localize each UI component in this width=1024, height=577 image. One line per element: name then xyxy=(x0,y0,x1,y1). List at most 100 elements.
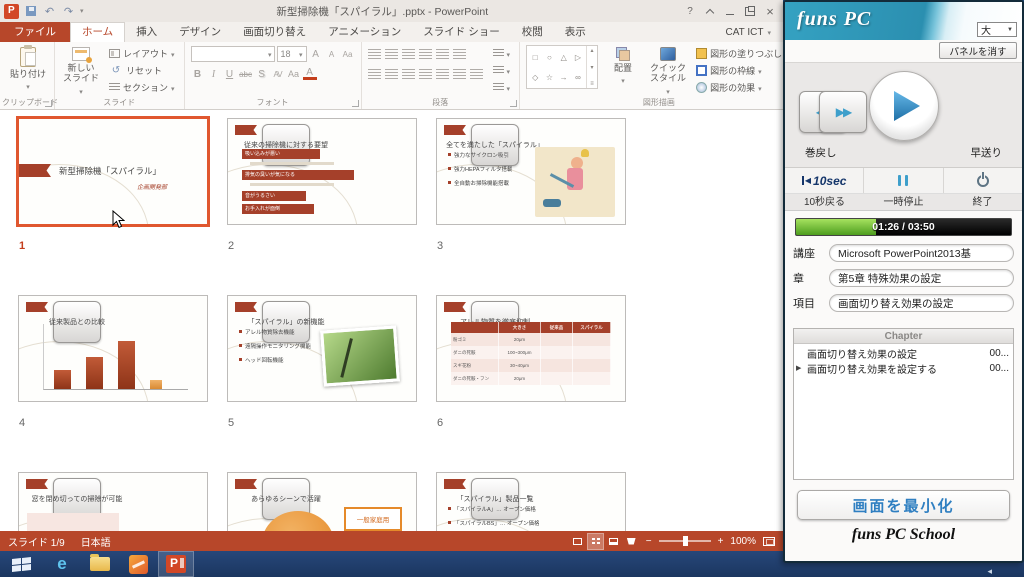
paragraph-icon[interactable] xyxy=(453,69,466,80)
shape-glyph-icon[interactable]: △ xyxy=(561,53,567,62)
increase-font-icon[interactable] xyxy=(309,47,323,62)
quick-styles-button[interactable]: クイック スタイル xyxy=(648,45,688,98)
minimize-screen-button[interactable]: 画面を最小化 xyxy=(797,490,1010,520)
normal-view-icon[interactable] xyxy=(570,534,585,549)
powerpoint-app-icon[interactable] xyxy=(4,4,19,19)
tab-ホーム[interactable]: ホーム xyxy=(70,22,125,42)
tab-ファイル[interactable]: ファイル xyxy=(0,22,70,42)
slide-sorter-view-icon[interactable] xyxy=(588,534,603,549)
slide-thumbnail-1[interactable]: 新型掃除機「スパイラル」企画開発部1 xyxy=(18,118,208,225)
paragraph-icon[interactable] xyxy=(419,69,432,80)
slide-thumbnail-7[interactable]: 窓を閉め切っての掃除が可能7 xyxy=(18,472,208,531)
explorer-taskbar-button[interactable] xyxy=(82,551,118,577)
account-name[interactable]: CAT ICT xyxy=(726,22,783,42)
paragraph-icon[interactable] xyxy=(402,49,415,60)
chapter-row[interactable]: 画面切り替え効果の設定00... xyxy=(794,346,1013,361)
back-10sec-button[interactable]: 10sec xyxy=(785,168,863,193)
help-icon[interactable]: ? xyxy=(681,3,699,19)
close-icon[interactable] xyxy=(761,3,779,19)
ribbon-display-icon[interactable] xyxy=(701,3,719,19)
paragraph-icon[interactable] xyxy=(368,49,381,60)
text-shadow-icon[interactable] xyxy=(255,67,269,82)
paragraph-icon[interactable] xyxy=(436,69,449,80)
clear-format-icon[interactable] xyxy=(341,47,355,62)
start-button[interactable] xyxy=(0,551,42,577)
bold-icon[interactable] xyxy=(191,67,205,82)
shape-outline-button[interactable]: 図形の枠線 xyxy=(693,62,792,79)
shapes-gallery[interactable]: □○△▷◇☆→∞ ▴▾≡ xyxy=(526,45,598,89)
undo-icon[interactable] xyxy=(42,4,57,19)
paragraph-icon[interactable] xyxy=(402,69,415,80)
reset-button[interactable]: リセット xyxy=(106,62,178,79)
font-size-select[interactable]: 18 xyxy=(277,46,307,62)
shape-effects-button[interactable]: 図形の効果 xyxy=(693,79,792,96)
play-button[interactable] xyxy=(869,71,939,141)
slide-thumbnail-4[interactable]: 従来製品との比較4 xyxy=(18,295,208,402)
slideshow-view-icon[interactable] xyxy=(624,534,639,549)
dialog-launcher-icon[interactable] xyxy=(510,100,517,107)
gallery-scroll-icons[interactable]: ▴▾≡ xyxy=(586,46,597,88)
font-name-select[interactable] xyxy=(191,46,275,62)
tab-デザイン[interactable]: デザイン xyxy=(168,22,232,42)
font-color-icon[interactable] xyxy=(303,68,317,80)
pause-button[interactable] xyxy=(863,168,942,193)
slide-thumbnail-6[interactable]: アレル物質を徹底抑制大きさ従来品スパイラル粉ゴミ20μmダニの死骸100~300… xyxy=(436,295,626,402)
minimize-icon[interactable] xyxy=(721,3,739,19)
power-button[interactable] xyxy=(943,168,1022,193)
slide-thumbnail-3[interactable]: 全てを満たした「スパイラル」強力なサイクロン吸引強力HEPAフィルタ搭載全自動お… xyxy=(436,118,626,225)
ie-taskbar-button[interactable] xyxy=(44,551,80,577)
slide-thumbnail-8[interactable]: あらゆるシーンで活躍一般家庭用8 xyxy=(227,472,417,531)
redo-icon[interactable] xyxy=(61,4,76,19)
tray-expand-icon[interactable] xyxy=(987,566,992,577)
slide-thumbnail-2[interactable]: 従来の掃除機に対する要望吸い込みが悪い排気の臭いが気になる音がうるさいお手入れが… xyxy=(227,118,417,225)
qat-dropdown-icon[interactable]: ▾ xyxy=(80,7,84,15)
shape-glyph-icon[interactable]: ▷ xyxy=(575,53,581,62)
strikethrough-icon[interactable] xyxy=(239,67,253,82)
layout-button[interactable]: レイアウト xyxy=(106,45,178,62)
zoom-out-icon[interactable] xyxy=(646,536,652,547)
paragraph-icon[interactable] xyxy=(436,49,449,60)
section-button[interactable]: セクション xyxy=(106,79,178,96)
slide-thumbnail-9[interactable]: 「スパイラル」製品一覧「スパイラルA」… オープン価格「スパイラルBS」… オー… xyxy=(436,472,626,531)
slide-thumbnail-5[interactable]: 「スパイラル」の新機能アレル物質除去機能遠隔操作モニタリング機能ヘッド回転機能5 xyxy=(227,295,417,402)
progress-bar[interactable]: 01:26 / 03:50 xyxy=(795,218,1012,236)
zoom-level[interactable]: 100% xyxy=(730,536,756,547)
align-text-button[interactable] xyxy=(490,62,514,79)
convert-smartart-button[interactable] xyxy=(490,79,514,96)
powerpoint-taskbar-button[interactable] xyxy=(158,551,194,577)
shape-glyph-icon[interactable]: ◇ xyxy=(532,73,538,82)
paragraph-icon[interactable] xyxy=(385,69,398,80)
chapter-row[interactable]: 画面切り替え効果を設定する00... xyxy=(794,361,1013,376)
decrease-font-icon[interactable] xyxy=(325,47,339,62)
change-case-icon[interactable] xyxy=(287,67,301,82)
paragraph-icon[interactable] xyxy=(470,69,483,80)
dialog-launcher-icon[interactable] xyxy=(45,100,52,107)
reading-view-icon[interactable] xyxy=(606,534,621,549)
paste-button[interactable]: 貼り付け xyxy=(8,45,48,93)
shape-fill-button[interactable]: 図形の塗りつぶし xyxy=(693,45,792,62)
shape-glyph-icon[interactable]: ☆ xyxy=(546,73,553,82)
paragraph-icon[interactable] xyxy=(419,49,432,60)
tab-画面切り替え[interactable]: 画面切り替え xyxy=(232,22,317,42)
tab-挿入[interactable]: 挿入 xyxy=(125,22,168,42)
save-icon[interactable] xyxy=(23,4,38,19)
language-indicator[interactable]: 日本語 xyxy=(81,534,111,549)
zoom-in-icon[interactable] xyxy=(718,536,724,547)
dialog-launcher-icon[interactable] xyxy=(352,100,359,107)
tab-表示[interactable]: 表示 xyxy=(554,22,597,42)
zoom-slider-thumb[interactable] xyxy=(683,536,688,546)
hide-panel-button[interactable]: パネルを消す xyxy=(939,42,1017,59)
size-select[interactable]: 大 xyxy=(977,22,1017,37)
fit-window-icon[interactable] xyxy=(763,537,775,546)
char-spacing-icon[interactable] xyxy=(271,67,285,82)
tab-アニメーション[interactable]: アニメーション xyxy=(317,22,412,42)
forward-button[interactable] xyxy=(819,91,867,133)
shape-glyph-icon[interactable]: ○ xyxy=(547,53,552,62)
tab-校閲[interactable]: 校閲 xyxy=(511,22,554,42)
zoom-slider[interactable] xyxy=(659,540,711,542)
restore-icon[interactable] xyxy=(741,3,759,19)
paragraph-icon[interactable] xyxy=(453,49,466,60)
new-slide-button[interactable]: 新しい スライド xyxy=(61,45,101,98)
shape-glyph-icon[interactable]: □ xyxy=(533,53,538,62)
tab-スライド ショー[interactable]: スライド ショー xyxy=(412,22,510,42)
